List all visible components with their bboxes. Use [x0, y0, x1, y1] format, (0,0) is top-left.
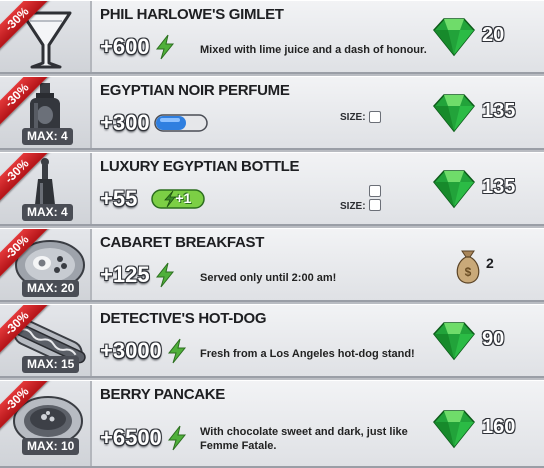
item-description: Fresh from a Los Angeles hot-dog stand!: [200, 348, 415, 360]
gem-icon: [433, 170, 475, 209]
price-button[interactable]: 160: [432, 407, 542, 453]
value-amount: +3000: [100, 338, 162, 363]
price-button[interactable]: 135: [432, 91, 542, 137]
shop-item-row[interactable]: -30% PHIL HARLOWE'S GIMLET +600 Mixed wi…: [0, 0, 544, 74]
value-amount: +125: [100, 262, 150, 287]
price-button[interactable]: $ 2: [432, 243, 542, 289]
size-label: SIZE:: [340, 111, 366, 123]
pill-text: +1: [175, 190, 192, 206]
size-slot: [368, 184, 381, 197]
item-value: +55 +1: [100, 186, 207, 212]
price-amount: 20: [482, 24, 505, 46]
size-slots: [368, 184, 381, 211]
item-title: BERRY PANCAKE: [100, 386, 226, 403]
value-amount: +600: [100, 34, 150, 59]
item-title: EGYPTIAN NOIR PERFUME: [100, 82, 290, 99]
description-line: With chocolate sweet and dark, just like: [200, 426, 408, 438]
shop-item-row[interactable]: -30% MAX: 4 EGYPTIAN NOIR PERFUME +300 S…: [0, 76, 544, 150]
size-indicator: SIZE:: [340, 111, 381, 123]
item-description: Mixed with lime juice and a dash of hono…: [200, 44, 427, 56]
shop-item-row[interactable]: -30% MAX: 4 LUXURY EGYPTIAN BOTTLE +55 +…: [0, 152, 544, 226]
shop-item-list: -30% PHIL HARLOWE'S GIMLET +600 Mixed wi…: [0, 0, 544, 468]
gem-icon: [433, 322, 475, 361]
energy-bolt-icon: [167, 425, 186, 451]
item-value: +3000: [100, 338, 188, 364]
value-amount: +55: [100, 186, 138, 211]
item-title: LUXURY EGYPTIAN BOTTLE: [100, 158, 300, 175]
description-line: Femme Fatale.: [200, 440, 277, 452]
gem-icon: [433, 18, 475, 57]
max-badge: MAX: 20: [22, 280, 80, 297]
max-badge: MAX: 15: [22, 356, 80, 373]
item-value: +6500: [100, 425, 188, 451]
gem-icon: [433, 94, 475, 133]
max-badge: MAX: 4: [22, 204, 73, 221]
shop-item-row[interactable]: -30% MAX: 20 CABARET BREAKFAST +125 Serv…: [0, 228, 544, 302]
price-amount: 135: [482, 100, 516, 122]
svg-text:$: $: [465, 265, 472, 279]
item-value: +125: [100, 262, 176, 288]
item-value: +600: [100, 34, 176, 60]
price-amount: 160: [482, 416, 516, 438]
energy-plus-one-pill-icon: +1: [151, 188, 207, 210]
gem-icon: [433, 410, 475, 449]
item-description: With chocolate sweet and dark, just like…: [200, 425, 420, 453]
energy-bolt-icon: [155, 34, 174, 60]
price-amount: 2: [486, 255, 494, 271]
energy-bolt-icon: [155, 262, 174, 288]
energy-bolt-icon: [167, 338, 186, 364]
size-label: SIZE:: [340, 201, 366, 212]
price-amount: 135: [482, 176, 516, 198]
size-slots: [368, 111, 381, 123]
value-amount: +6500: [100, 425, 162, 450]
item-value: +300: [100, 110, 210, 136]
item-description: Served only until 2:00 am!: [200, 272, 337, 284]
price-button[interactable]: 90: [432, 319, 542, 365]
blue-capsule-icon: [153, 114, 208, 132]
item-title: PHIL HARLOWE'S GIMLET: [100, 6, 284, 23]
max-badge: MAX: 4: [22, 128, 73, 145]
max-badge: MAX: 10: [22, 438, 80, 455]
shop-item-row[interactable]: -30% MAX: 10 BERRY PANCAKE +6500 With ch…: [0, 380, 544, 468]
shop-item-row[interactable]: -30% MAX: 15 DETECTIVE'S HOT-DOG +3000 F…: [0, 304, 544, 378]
price-button[interactable]: 20: [432, 15, 542, 61]
size-indicator: SIZE:: [340, 183, 381, 212]
value-amount: +300: [100, 110, 150, 135]
price-amount: 90: [482, 328, 505, 350]
size-slot: [368, 111, 381, 123]
item-title: DETECTIVE'S HOT-DOG: [100, 310, 267, 327]
size-slot: [368, 198, 381, 211]
item-title: CABARET BREAKFAST: [100, 234, 265, 251]
price-button[interactable]: 135: [432, 167, 542, 213]
